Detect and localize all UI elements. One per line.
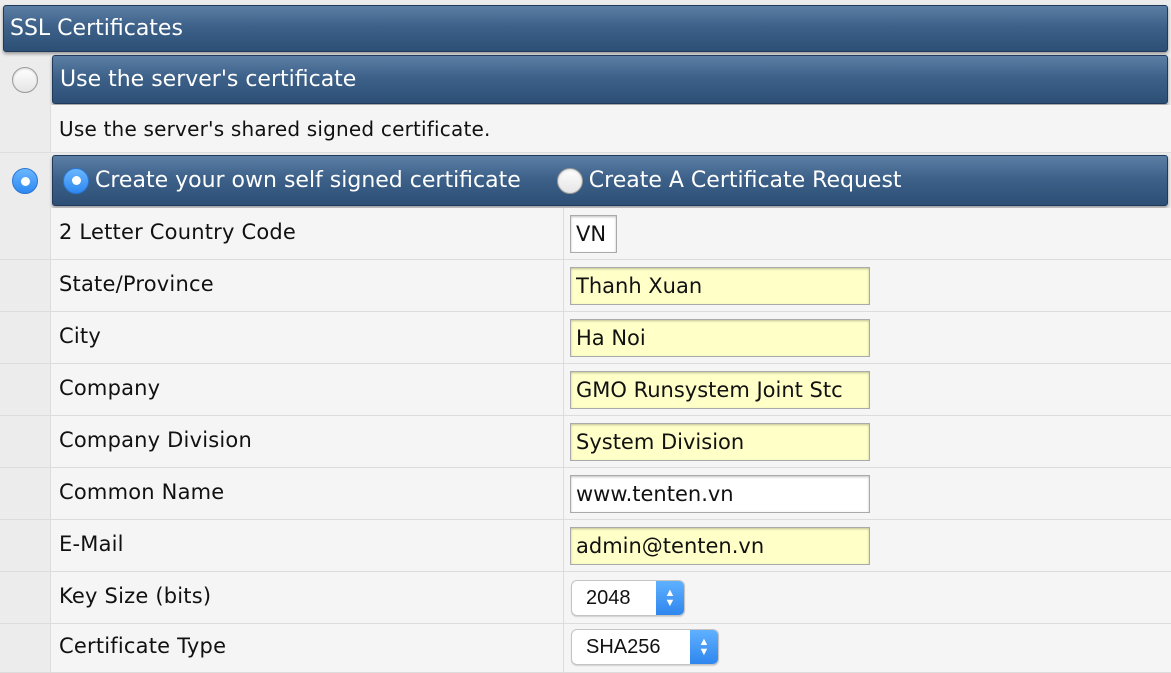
section-title-bar: SSL Certificates: [3, 5, 1168, 52]
option-own-cert-bar: Create your own self signed certificate …: [52, 155, 1168, 206]
mode-cert-request[interactable]: Create A Certificate Request: [556, 167, 902, 194]
section-title: SSL Certificates: [10, 16, 183, 41]
mode-cert-request-label: Create A Certificate Request: [588, 168, 902, 193]
select-arrows-icon: ▲ ▼: [690, 630, 718, 664]
division-label: Company Division: [59, 428, 252, 452]
key-size-select[interactable]: 2048 ▲ ▼: [571, 580, 685, 616]
email-label: E-Mail: [59, 532, 124, 556]
radio-create-own-cert[interactable]: [12, 168, 38, 194]
form-row-email: E-Mail: [0, 520, 1171, 572]
radio-use-server-cert[interactable]: [12, 67, 38, 93]
city-input[interactable]: [570, 319, 870, 357]
form-row-key-size: Key Size (bits) 2048 ▲ ▼: [0, 572, 1171, 624]
common-name-label: Common Name: [59, 480, 225, 504]
option-server-cert-label: Use the server's certificate: [60, 67, 357, 92]
common-name-input[interactable]: [570, 475, 870, 513]
form-row-country: 2 Letter Country Code: [0, 208, 1171, 260]
key-size-value: 2048: [586, 586, 631, 609]
option-server-cert-description: Use the server's shared signed certifica…: [59, 117, 491, 141]
form-row-state: State/Province: [0, 260, 1171, 312]
radio-self-signed[interactable]: [63, 167, 89, 194]
company-input[interactable]: [570, 371, 870, 409]
cert-type-select[interactable]: SHA256 ▲ ▼: [571, 629, 719, 665]
company-label: Company: [59, 376, 161, 400]
form-row-common-name: Common Name: [0, 468, 1171, 520]
email-input[interactable]: [570, 527, 870, 565]
key-size-label: Key Size (bits): [59, 584, 212, 608]
option-server-cert-bar: Use the server's certificate: [52, 55, 1168, 104]
form-row-city: City: [0, 312, 1171, 364]
form-row-division: Company Division: [0, 416, 1171, 468]
mode-self-signed[interactable]: Create your own self signed certificate: [63, 167, 521, 194]
state-label: State/Province: [59, 272, 214, 296]
cert-type-label: Certificate Type: [59, 634, 227, 658]
form-row-cert-type: Certificate Type SHA256 ▲ ▼: [0, 624, 1171, 673]
city-label: City: [59, 324, 101, 348]
form-row-company: Company: [0, 364, 1171, 416]
option-server-cert-description-row: Use the server's shared signed certifica…: [0, 105, 1171, 153]
cert-type-value: SHA256: [586, 635, 661, 658]
division-input[interactable]: [570, 423, 870, 461]
radio-cert-request[interactable]: [556, 167, 583, 194]
state-input[interactable]: [570, 267, 870, 305]
select-arrows-icon: ▲ ▼: [656, 581, 684, 615]
country-label: 2 Letter Country Code: [59, 220, 297, 244]
mode-self-signed-label: Create your own self signed certificate: [95, 168, 521, 193]
country-input[interactable]: [570, 215, 617, 253]
